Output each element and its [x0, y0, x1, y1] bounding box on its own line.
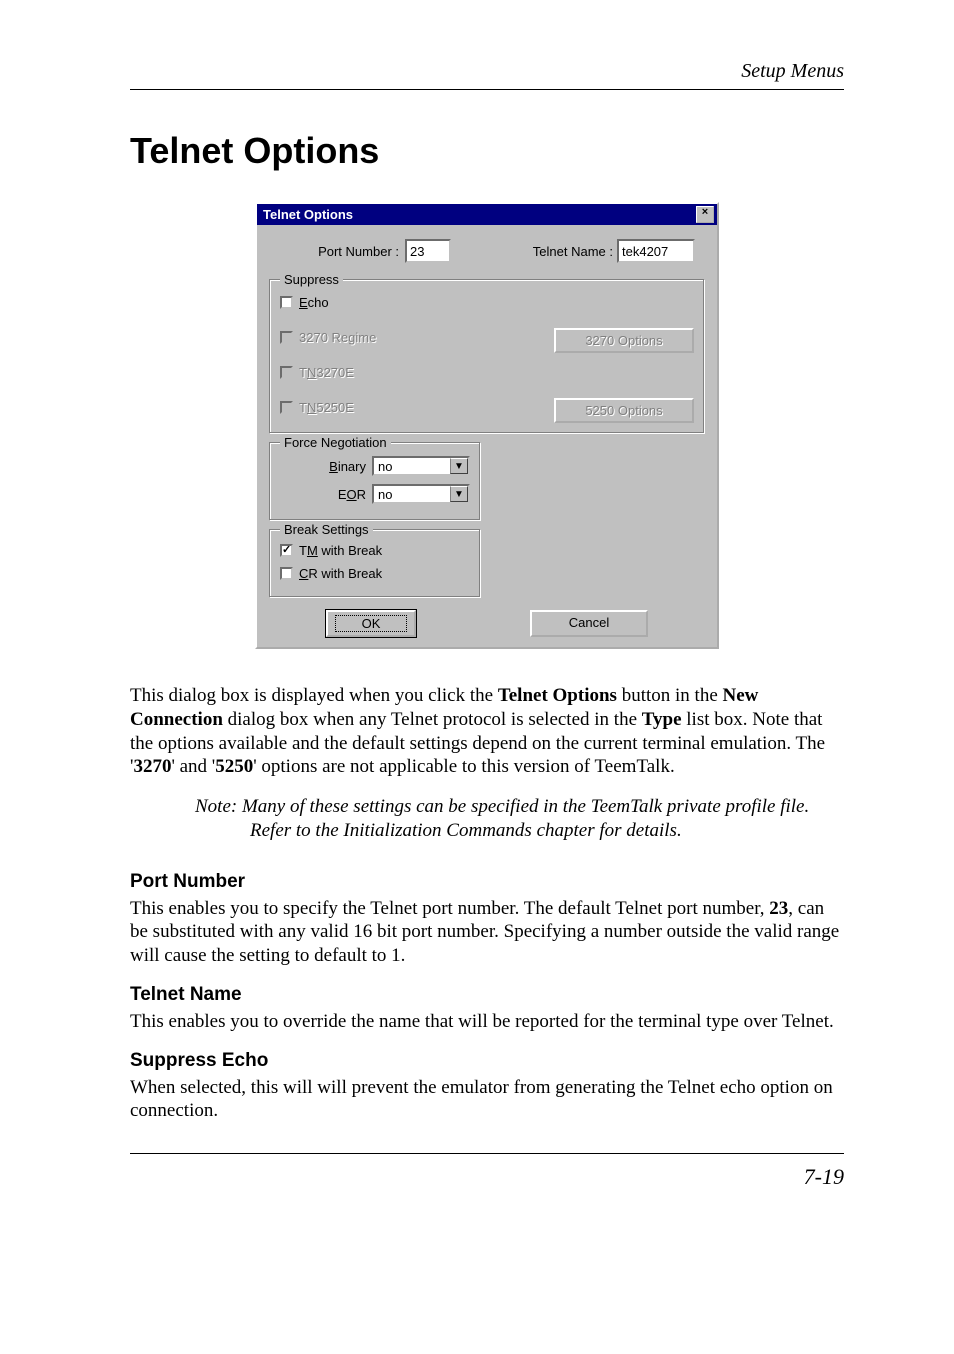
tm-break-checkbox[interactable] — [280, 544, 293, 557]
tn3270e-checkbox — [280, 366, 293, 379]
page-number: 7-19 — [130, 1153, 844, 1190]
eor-select[interactable]: no ▼ — [372, 484, 470, 504]
eor-label: EOR — [280, 487, 372, 502]
cancel-button[interactable]: Cancel — [530, 610, 648, 637]
tn3270e-label: TN3270E — [299, 365, 354, 380]
telnet-name-label: Telnet Name : — [533, 244, 617, 259]
tn5250e-checkbox — [280, 401, 293, 414]
section-suppress-echo: Suppress Echo — [130, 1050, 844, 1072]
page-title: Telnet Options — [130, 130, 844, 172]
section-port-number: Port Number — [130, 871, 844, 893]
telnet-name-input[interactable] — [617, 239, 695, 263]
chevron-down-icon[interactable]: ▼ — [450, 458, 468, 474]
port-number-label: Port Number : — [269, 244, 405, 259]
echo-label: Echo — [299, 295, 329, 310]
echo-checkbox[interactable] — [280, 296, 293, 309]
binary-value: no — [374, 458, 450, 474]
suppress-legend: Suppress — [280, 272, 343, 287]
regime-3270-label: 3270 Regime — [299, 330, 376, 345]
dialog-title: Telnet Options — [263, 207, 353, 222]
section-telnet-name-text: This enables you to override the name th… — [130, 1010, 844, 1034]
telnet-options-dialog: Telnet Options × Port Number : Telnet Na… — [255, 202, 719, 649]
note-paragraph: Note: Many of these settings can be spec… — [130, 795, 844, 843]
chevron-down-icon[interactable]: ▼ — [450, 486, 468, 502]
section-suppress-echo-text: When selected, this will will prevent th… — [130, 1076, 844, 1124]
regime-3270-checkbox — [280, 331, 293, 344]
page-header: Setup Menus — [130, 60, 844, 90]
section-telnet-name: Telnet Name — [130, 984, 844, 1006]
suppress-group: Suppress Echo 3270 Regime 3270 Options — [269, 279, 705, 434]
cr-break-label: CR with Break — [299, 566, 382, 581]
options-3270-button: 3270 Options — [554, 328, 694, 353]
break-legend: Break Settings — [280, 522, 373, 537]
force-legend: Force Negotiation — [280, 435, 391, 450]
tn5250e-label: TN5250E — [299, 400, 354, 415]
intro-paragraph: This dialog box is displayed when you cl… — [130, 684, 844, 779]
port-number-input[interactable] — [405, 239, 451, 263]
ok-label: OK — [335, 615, 408, 632]
break-settings-group: Break Settings TM with Break CR with Bre… — [269, 529, 481, 598]
close-icon[interactable]: × — [696, 206, 714, 223]
force-negotiation-group: Force Negotiation Binary no ▼ EOR no ▼ — [269, 442, 481, 521]
binary-select[interactable]: no ▼ — [372, 456, 470, 476]
dialog-titlebar: Telnet Options × — [257, 204, 717, 225]
section-port-number-text: This enables you to specify the Telnet p… — [130, 897, 844, 968]
options-5250-button: 5250 Options — [554, 398, 694, 423]
cr-break-checkbox[interactable] — [280, 567, 293, 580]
tm-break-label: TM with Break — [299, 543, 382, 558]
ok-button[interactable]: OK — [326, 610, 416, 637]
eor-value: no — [374, 486, 450, 502]
binary-label: Binary — [280, 459, 372, 474]
